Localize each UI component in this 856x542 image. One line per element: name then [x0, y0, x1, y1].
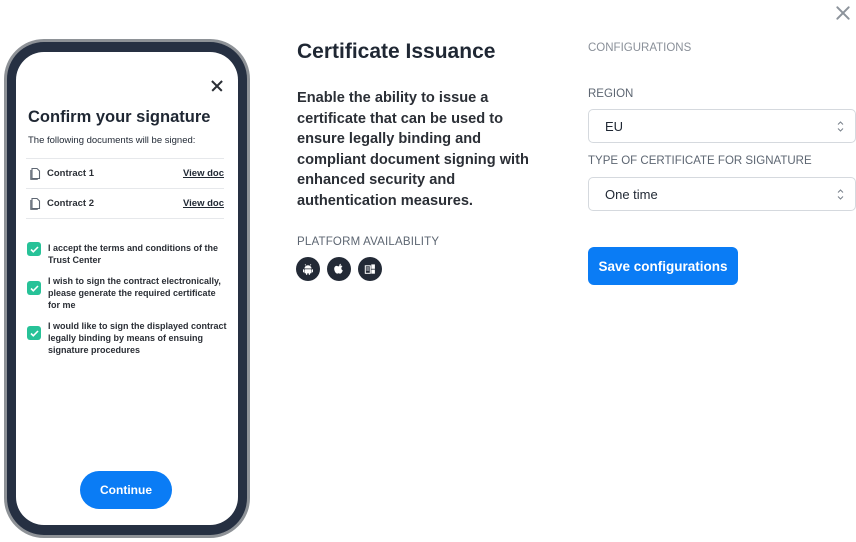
phone-subtitle: The following documents will be signed:: [28, 135, 196, 146]
phone-bezel: Confirm your signature The following doc…: [7, 42, 247, 535]
save-configurations-button[interactable]: Save configurations: [588, 247, 738, 285]
certificate-type-label: TYPE OF CERTIFICATE FOR SIGNATURE: [588, 155, 812, 167]
checkbox-label: I accept the terms and conditions of the…: [48, 243, 219, 265]
phone-screen: Confirm your signature The following doc…: [16, 52, 238, 525]
document-name: Contract 2: [47, 198, 94, 209]
list-item: Contract 2 View doc: [26, 189, 224, 219]
checkbox[interactable]: [27, 326, 41, 340]
region-value: EU: [605, 118, 624, 134]
checkbox[interactable]: [27, 281, 41, 295]
checkbox-row: I wish to sign the contract electronical…: [27, 275, 227, 311]
certificate-type-select[interactable]: One time: [588, 177, 856, 211]
region-select[interactable]: EU: [588, 109, 856, 143]
view-doc-link[interactable]: View doc: [183, 168, 224, 179]
apple-icon: [327, 257, 351, 281]
checkbox-row: I accept the terms and conditions of the…: [27, 242, 227, 266]
document-icon: [30, 197, 42, 210]
check-icon: [29, 329, 39, 337]
check-icon: [29, 245, 39, 253]
close-icon[interactable]: [211, 80, 223, 92]
feature-description: Enable the ability to issue a certificat…: [297, 90, 529, 209]
platform-icons: [296, 257, 382, 281]
certificate-type-value: One time: [605, 186, 658, 202]
continue-button[interactable]: Continue: [80, 471, 172, 509]
phone-title: Confirm your signature: [28, 108, 211, 126]
platform-availability-label: PLATFORM AVAILABILITY: [297, 236, 440, 248]
document-list: Contract 1 View doc Contract 2 View doc: [26, 158, 224, 219]
sort-arrows-icon: [837, 189, 844, 200]
document-name: Contract 1: [47, 168, 94, 179]
list-item: Contract 1 View doc: [26, 159, 224, 189]
document-icon: [30, 167, 42, 180]
sort-arrows-icon: [837, 121, 844, 132]
checkbox-row: I would like to sign the displayed contr…: [27, 320, 227, 356]
close-icon[interactable]: [832, 2, 854, 24]
checkbox-label: I would like to sign the displayed contr…: [48, 321, 227, 355]
checkbox-label: I wish to sign the contract electronical…: [48, 276, 221, 310]
page-title: Certificate Issuance: [297, 40, 496, 63]
consent-checklist: I accept the terms and conditions of the…: [27, 242, 227, 365]
configurations-heading: CONFIGURATIONS: [588, 42, 692, 54]
region-label: REGION: [588, 88, 634, 100]
view-doc-link[interactable]: View doc: [183, 198, 224, 209]
check-icon: [29, 284, 39, 292]
checkbox[interactable]: [27, 242, 41, 256]
android-icon: [296, 257, 320, 281]
phone-mockup: Confirm your signature The following doc…: [4, 39, 250, 538]
windows-icon: [358, 257, 382, 281]
